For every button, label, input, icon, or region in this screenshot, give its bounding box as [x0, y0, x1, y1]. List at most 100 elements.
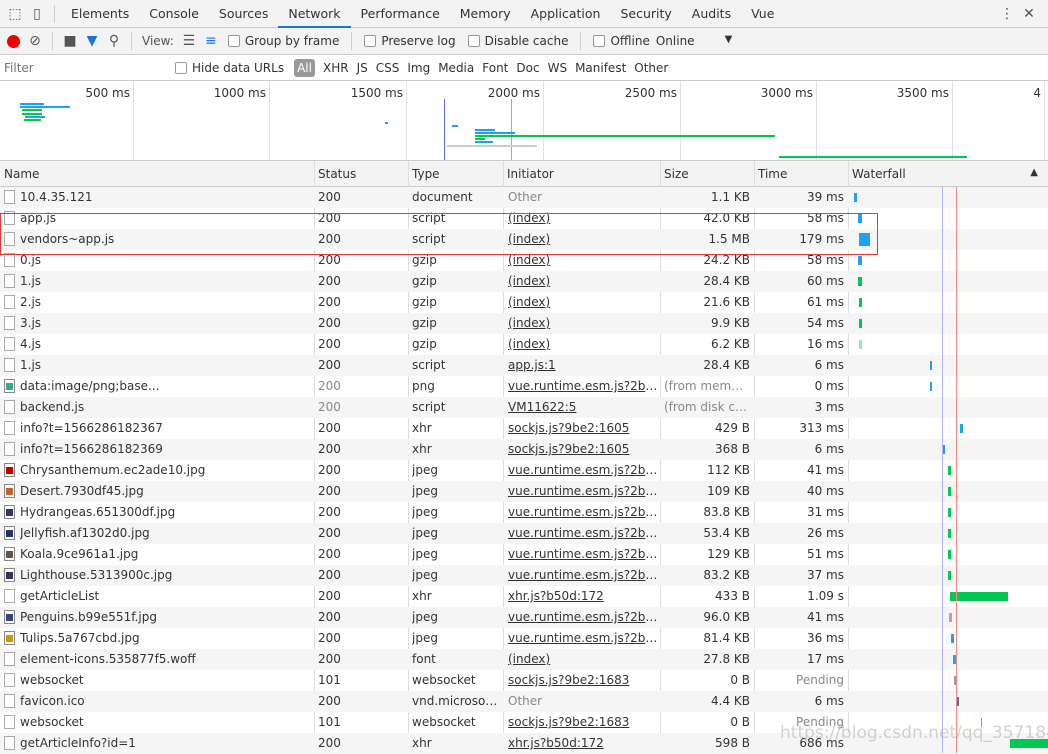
request-name[interactable]: data:image/png;base...	[20, 379, 310, 393]
request-initiator[interactable]: vue.runtime.esm.js?2b0e:6...	[508, 631, 658, 645]
table-row[interactable]: 1.js 200 script app.js:1 28.4 KB 6 ms	[0, 355, 1048, 376]
tab-console[interactable]: Console	[139, 0, 209, 28]
request-name[interactable]: favicon.ico	[20, 694, 310, 708]
column-header-initiator[interactable]: Initiator	[507, 167, 554, 181]
column-header-status[interactable]: Status	[318, 167, 356, 181]
request-initiator[interactable]: xhr.js?b50d:172	[508, 736, 658, 750]
throttle-select[interactable]: Online ▼	[656, 34, 732, 48]
request-name[interactable]: 1.js	[20, 358, 310, 372]
request-initiator[interactable]: (index)	[508, 337, 658, 351]
request-initiator[interactable]: (index)	[508, 253, 658, 267]
request-name[interactable]: websocket	[20, 673, 310, 687]
request-name[interactable]: Penguins.b99e551f.jpg	[20, 610, 310, 624]
request-name[interactable]: websocket	[20, 715, 310, 729]
request-initiator[interactable]: xhr.js?b50d:172	[508, 589, 658, 603]
request-initiator[interactable]: sockjs.js?9be2:1683	[508, 673, 658, 687]
table-row[interactable]: 4.js 200 gzip (index) 6.2 KB 16 ms	[0, 334, 1048, 355]
preserve-log-checkbox[interactable]: Preserve log	[364, 34, 456, 48]
sort-ascending-icon[interactable]: ▲	[1030, 167, 1038, 178]
tab-security[interactable]: Security	[610, 0, 681, 28]
request-name[interactable]: Hydrangeas.651300df.jpg	[20, 505, 310, 519]
table-row[interactable]: 10.4.35.121 200 document Other 1.1 KB 39 ms	[0, 187, 1048, 208]
filter-icon[interactable]: ▼	[81, 31, 103, 51]
tab-vue[interactable]: Vue	[741, 0, 784, 28]
table-row[interactable]: Penguins.b99e551f.jpg 200 jpeg vue.runtime.…	[0, 607, 1048, 628]
large-rows-icon[interactable]: ☰	[178, 31, 200, 51]
request-name[interactable]: getArticleInfo?id=1	[20, 736, 310, 750]
table-row[interactable]: websocket 101 websocket sockjs.js?9be2:1683…	[0, 670, 1048, 691]
filter-type-media[interactable]: Media	[438, 61, 474, 75]
request-initiator[interactable]: vue.runtime.esm.js?2b0e:6...	[508, 568, 658, 582]
table-row[interactable]: getArticleList 200 xhr xhr.js?b50d:172 433 B…	[0, 586, 1048, 607]
tab-application[interactable]: Application	[521, 0, 611, 28]
column-header-time[interactable]: Time	[758, 167, 787, 181]
request-initiator[interactable]: vue.runtime.esm.js?2b0e:6...	[508, 547, 658, 561]
tab-memory[interactable]: Memory	[450, 0, 521, 28]
table-row[interactable]: 2.js 200 gzip (index) 21.6 KB 61 ms	[0, 292, 1048, 313]
filter-type-xhr[interactable]: XHR	[323, 61, 349, 75]
request-initiator[interactable]: (index)	[508, 652, 658, 666]
filter-type-all[interactable]: All	[294, 58, 315, 77]
device-toolbar-icon[interactable]: ▯	[26, 4, 48, 24]
request-name[interactable]: Desert.7930df45.jpg	[20, 484, 310, 498]
table-row[interactable]: data:image/png;base... 200 png vue.runtime.…	[0, 376, 1048, 397]
request-name[interactable]: Tulips.5a767cbd.jpg	[20, 631, 310, 645]
column-header-name[interactable]: Name	[4, 167, 39, 181]
table-row[interactable]: Tulips.5a767cbd.jpg 200 jpeg vue.runtime.es…	[0, 628, 1048, 649]
request-initiator[interactable]: vue.runtime.esm.js?2b0e:6...	[508, 610, 658, 624]
request-initiator[interactable]: vue.runtime.esm.js?2b0e:6...	[508, 505, 658, 519]
tab-elements[interactable]: Elements	[61, 0, 139, 28]
column-header-type[interactable]: Type	[412, 167, 440, 181]
table-row[interactable]: 1.js 200 gzip (index) 28.4 KB 60 ms	[0, 271, 1048, 292]
filter-type-ws[interactable]: WS	[548, 61, 567, 75]
screenshot-camera-icon[interactable]: ■	[59, 31, 81, 51]
request-name[interactable]: Jellyfish.af1302d0.jpg	[20, 526, 310, 540]
table-row[interactable]: Chrysanthemum.ec2ade10.jpg 200 jpeg vue.run…	[0, 460, 1048, 481]
request-name[interactable]: Lighthouse.5313900c.jpg	[20, 568, 310, 582]
table-row[interactable]: Hydrangeas.651300df.jpg 200 jpeg vue.runtim…	[0, 502, 1048, 523]
inspect-element-icon[interactable]: ⬚	[4, 4, 26, 24]
filter-type-font[interactable]: Font	[482, 61, 508, 75]
table-row[interactable]: Koala.9ce961a1.jpg 200 jpeg vue.runtime.esm…	[0, 544, 1048, 565]
request-initiator[interactable]: (index)	[508, 316, 658, 330]
request-initiator[interactable]: sockjs.js?9be2:1683	[508, 715, 658, 729]
disable-cache-checkbox[interactable]: Disable cache	[467, 34, 568, 48]
offline-checkbox[interactable]: Offline	[593, 34, 650, 48]
request-initiator[interactable]: vue.runtime.esm.js?2b0e:6...	[508, 484, 658, 498]
request-initiator[interactable]: app.js:1	[508, 358, 658, 372]
tab-audits[interactable]: Audits	[682, 0, 741, 28]
request-initiator[interactable]: sockjs.js?9be2:1605	[508, 421, 658, 435]
close-icon[interactable]: ✕	[1018, 4, 1040, 24]
clear-icon[interactable]: ⊘	[24, 31, 46, 51]
tab-network[interactable]: Network	[278, 0, 351, 28]
table-row[interactable]: info?t=1566286182367 200 xhr sockjs.js?9be2…	[0, 418, 1048, 439]
table-row[interactable]: Desert.7930df45.jpg 200 jpeg vue.runtime.es…	[0, 481, 1048, 502]
filter-type-manifest[interactable]: Manifest	[575, 61, 626, 75]
request-name[interactable]: 10.4.35.121	[20, 190, 310, 204]
request-name[interactable]: 0.js	[20, 253, 310, 267]
filter-type-js[interactable]: JS	[357, 61, 368, 75]
request-name[interactable]: backend.js	[20, 400, 310, 414]
filter-type-doc[interactable]: Doc	[516, 61, 539, 75]
request-name[interactable]: 3.js	[20, 316, 310, 330]
record-button[interactable]	[2, 31, 24, 51]
table-row[interactable]: info?t=1566286182369 200 xhr sockjs.js?9be2…	[0, 439, 1048, 460]
group-by-frame-checkbox[interactable]: Group by frame	[227, 34, 339, 48]
filter-type-img[interactable]: Img	[407, 61, 430, 75]
request-name[interactable]: Koala.9ce961a1.jpg	[20, 547, 310, 561]
request-initiator[interactable]: (index)	[508, 274, 658, 288]
request-name[interactable]: element-icons.535877f5.woff	[20, 652, 310, 666]
tab-performance[interactable]: Performance	[351, 0, 450, 28]
request-name[interactable]: getArticleList	[20, 589, 310, 603]
request-name[interactable]: info?t=1566286182367	[20, 421, 310, 435]
request-name[interactable]: 2.js	[20, 295, 310, 309]
table-row[interactable]: backend.js 200 script VM11622:5 (from disk c…	[0, 397, 1048, 418]
request-initiator[interactable]: vue.runtime.esm.js?2b0e:6...	[508, 463, 658, 477]
filter-input[interactable]	[0, 57, 163, 78]
hide-data-urls-checkbox[interactable]: Hide data URLs	[175, 61, 284, 75]
request-name[interactable]: Chrysanthemum.ec2ade10.jpg	[20, 463, 310, 477]
request-initiator[interactable]: VM11622:5	[508, 400, 658, 414]
filter-type-other[interactable]: Other	[634, 61, 668, 75]
request-initiator[interactable]: vue.runtime.esm.js?2b0e:6...	[508, 526, 658, 540]
request-name[interactable]: 4.js	[20, 337, 310, 351]
